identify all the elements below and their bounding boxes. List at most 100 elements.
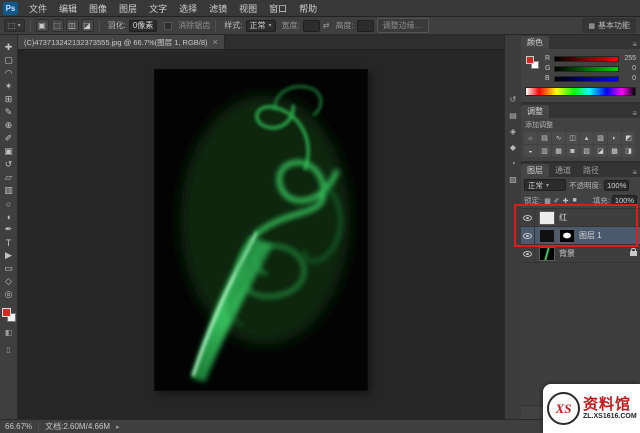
- brush-tool[interactable]: ✐: [1, 132, 17, 145]
- photoshop-logo-icon[interactable]: Ps: [3, 2, 18, 15]
- eraser-tool[interactable]: ▱: [1, 171, 17, 184]
- document-image[interactable]: [155, 70, 367, 390]
- opacity-value[interactable]: 100%: [604, 180, 629, 191]
- levels-icon[interactable]: ▤: [538, 132, 551, 144]
- panel-menu-icon[interactable]: ≡: [629, 168, 640, 177]
- mini-color-swatches[interactable]: [526, 56, 539, 69]
- add-to-selection-icon[interactable]: ⬚: [51, 19, 64, 32]
- dodge-tool[interactable]: ◖: [1, 210, 17, 223]
- properties-panel-icon[interactable]: ▤: [506, 109, 521, 122]
- brightness-contrast-icon[interactable]: ☼: [524, 132, 537, 144]
- new-selection-icon[interactable]: ▣: [36, 19, 49, 32]
- style-select[interactable]: 正常 ▾: [246, 20, 276, 32]
- lock-position-icon[interactable]: ✚: [561, 196, 570, 206]
- threshold-icon[interactable]: ◪: [594, 145, 607, 157]
- red-value[interactable]: 255: [622, 55, 636, 62]
- refine-edge-button[interactable]: 调整边缘…: [377, 18, 429, 33]
- vibrance-icon[interactable]: ▴: [580, 132, 593, 144]
- panel-menu-icon[interactable]: ≡: [629, 109, 640, 118]
- clone-stamp-tool[interactable]: ▣: [1, 145, 17, 158]
- close-icon[interactable]: ×: [213, 37, 218, 47]
- height-input[interactable]: [357, 20, 374, 32]
- photo-filter-icon[interactable]: ◒: [524, 145, 537, 157]
- tab-channels[interactable]: 通道: [549, 164, 577, 177]
- layer-thumbnail[interactable]: [539, 247, 555, 261]
- zoom-level[interactable]: 66.67%: [5, 422, 32, 431]
- menu-item[interactable]: 文字: [143, 0, 173, 16]
- lasso-tool[interactable]: ◠: [1, 67, 17, 80]
- fill-value[interactable]: 100%: [612, 195, 637, 206]
- feather-input[interactable]: 0像素: [129, 20, 157, 32]
- menu-item[interactable]: 视图: [233, 0, 263, 16]
- path-selection-tool[interactable]: ▶: [1, 249, 17, 262]
- eyedropper-tool[interactable]: ✎: [1, 106, 17, 119]
- lock-transparency-icon[interactable]: ▦: [543, 196, 552, 206]
- tab-color[interactable]: 颜色: [521, 36, 549, 49]
- gradient-tool[interactable]: ▥: [1, 184, 17, 197]
- gradient-map-icon[interactable]: ◨: [622, 145, 635, 157]
- blend-mode-select[interactable]: 正常 ▾: [524, 179, 566, 191]
- brush-panel-icon[interactable]: ▨: [506, 173, 521, 186]
- hand-tool[interactable]: ◇: [1, 275, 17, 288]
- posterize-icon[interactable]: ▨: [580, 145, 593, 157]
- visibility-cell[interactable]: [521, 245, 535, 262]
- color-balance-icon[interactable]: ◐: [608, 132, 621, 144]
- exposure-icon[interactable]: ◫: [566, 132, 579, 144]
- history-panel-icon[interactable]: ↺: [506, 93, 521, 106]
- status-options-arrow-icon[interactable]: ▸: [116, 423, 120, 431]
- selective-color-icon[interactable]: ▩: [608, 145, 621, 157]
- red-slider[interactable]: [554, 56, 619, 62]
- green-slider[interactable]: [554, 66, 619, 72]
- lock-all-icon[interactable]: ■: [570, 196, 579, 206]
- blur-tool[interactable]: ○: [1, 197, 17, 210]
- menu-item[interactable]: 选择: [173, 0, 203, 16]
- layer-row-red[interactable]: 红: [521, 209, 640, 227]
- layer-row-background[interactable]: 背景: [521, 245, 640, 263]
- color-lookup-icon[interactable]: ▦: [552, 145, 565, 157]
- black-white-icon[interactable]: ◩: [622, 132, 635, 144]
- intersect-selection-icon[interactable]: ◪: [81, 19, 94, 32]
- zoom-tool[interactable]: ◎: [1, 288, 17, 301]
- hue-saturation-icon[interactable]: ▧: [594, 132, 607, 144]
- curves-icon[interactable]: ∿: [552, 132, 565, 144]
- tab-paths[interactable]: 路径: [577, 164, 605, 177]
- quick-selection-tool[interactable]: ✶: [1, 80, 17, 93]
- swap-dimensions-icon[interactable]: ⇄: [323, 21, 330, 30]
- panel-menu-icon[interactable]: ≡: [629, 40, 640, 49]
- visibility-cell[interactable]: [521, 227, 535, 244]
- marquee-tool[interactable]: ▢: [1, 54, 17, 67]
- navigator-panel-icon[interactable]: ◔: [506, 157, 521, 170]
- crop-tool[interactable]: ⊞: [1, 93, 17, 106]
- foreground-color-swatch[interactable]: [526, 56, 534, 64]
- blue-value[interactable]: 0: [622, 75, 636, 82]
- menu-item[interactable]: 帮助: [293, 0, 323, 16]
- channel-mixer-icon[interactable]: ▥: [538, 145, 551, 157]
- move-tool[interactable]: ✚: [1, 41, 17, 54]
- menu-item[interactable]: 文件: [23, 0, 53, 16]
- styles-panel-icon[interactable]: ◆: [506, 141, 521, 154]
- type-tool[interactable]: T: [1, 236, 17, 249]
- layer-mask-thumbnail[interactable]: [559, 229, 575, 243]
- layer-thumbnail[interactable]: [539, 229, 555, 243]
- history-brush-tool[interactable]: ↺: [1, 158, 17, 171]
- foreground-color-swatch[interactable]: [2, 308, 11, 317]
- document-tab[interactable]: (C)473713242132373555.jpg @ 66.7%(图层 1, …: [18, 35, 225, 49]
- layer-row-layer1[interactable]: 图层 1: [521, 227, 640, 245]
- screen-mode-button[interactable]: ▯: [1, 343, 17, 356]
- menu-item[interactable]: 图像: [83, 0, 113, 16]
- info-panel-icon[interactable]: ◈: [506, 125, 521, 138]
- tab-layers[interactable]: 图层: [521, 164, 549, 177]
- width-input[interactable]: [303, 20, 320, 32]
- workspace-switcher[interactable]: ▦ 基本功能: [582, 18, 636, 33]
- shape-tool[interactable]: ▭: [1, 262, 17, 275]
- lock-pixels-icon[interactable]: ✐: [552, 196, 561, 206]
- menu-item[interactable]: 编辑: [53, 0, 83, 16]
- menu-item[interactable]: 图层: [113, 0, 143, 16]
- color-swatches[interactable]: [2, 308, 16, 322]
- invert-icon[interactable]: ◙: [566, 145, 579, 157]
- menu-item[interactable]: 滤镜: [203, 0, 233, 16]
- tab-adjustments[interactable]: 调整: [521, 105, 549, 118]
- quick-mask-button[interactable]: ◧: [1, 326, 17, 339]
- blue-slider[interactable]: [554, 76, 619, 82]
- color-spectrum-bar[interactable]: [525, 87, 636, 96]
